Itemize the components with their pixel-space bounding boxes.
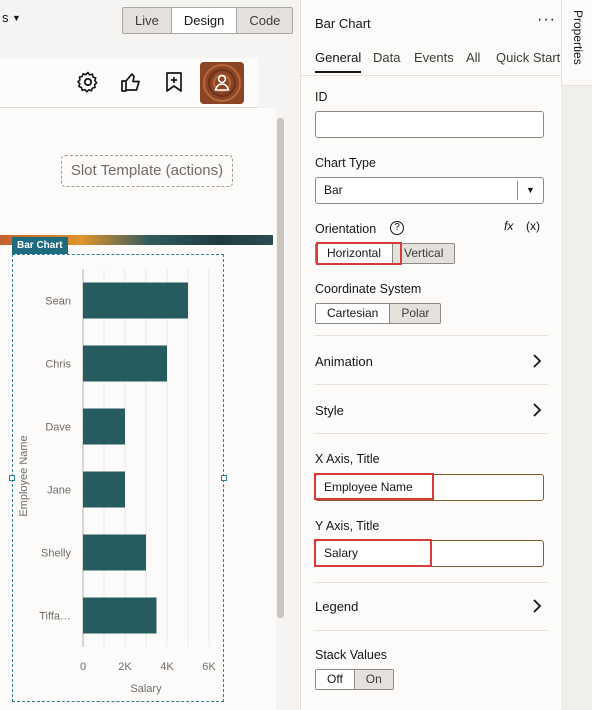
y-axis-title-label: Y Axis, Title — [315, 519, 380, 533]
highlight-box — [316, 242, 402, 265]
x-tick-label: 4K — [160, 661, 174, 673]
properties-side-tab[interactable]: Properties — [561, 0, 592, 86]
chart-bar — [83, 282, 188, 319]
mode-live-button[interactable]: Live — [123, 8, 172, 33]
chart-bar — [83, 471, 125, 508]
designer-area: s ▼ Live Design Code Slot Template (acti… — [0, 0, 300, 710]
more-options-icon[interactable]: ··· — [537, 11, 556, 29]
stack-on-button[interactable]: On — [354, 670, 393, 689]
settings-icon[interactable] — [76, 70, 100, 94]
side-tab-rail — [561, 86, 592, 710]
animation-section[interactable]: Animation — [315, 354, 373, 369]
variable-icon[interactable]: (x) — [526, 219, 540, 233]
highlight-box — [314, 473, 434, 500]
divider — [315, 433, 548, 434]
coordinate-system-toggle: Cartesian Polar — [315, 303, 442, 324]
bookmark-add-icon[interactable] — [162, 70, 186, 94]
canvas-scrollbar-thumb[interactable] — [277, 118, 284, 618]
chart-bar — [83, 408, 125, 445]
panel-title: Bar Chart — [315, 16, 371, 31]
thumbs-up-icon[interactable] — [119, 70, 143, 94]
y-tick-label: Chris — [45, 359, 71, 371]
slot-template-placeholder[interactable]: Slot Template (actions) — [61, 155, 233, 187]
id-label: ID — [315, 90, 328, 104]
y-tick-label: Jane — [47, 485, 71, 497]
component-tag: Bar Chart — [12, 237, 68, 254]
x-tick-label: 6K — [202, 661, 216, 673]
tab-general[interactable]: General — [315, 50, 362, 73]
highlight-box — [314, 539, 432, 567]
chevron-down-icon[interactable]: ▼ — [12, 13, 21, 23]
chart-type-value: Bar — [324, 183, 343, 197]
user-avatar-icon[interactable] — [200, 62, 244, 104]
y-axis-title: Employee Name — [18, 435, 30, 516]
chevron-right-icon[interactable] — [532, 403, 542, 417]
divider — [315, 335, 548, 336]
y-tick-label: Dave — [45, 422, 71, 434]
divider — [315, 630, 548, 631]
chevron-down-icon[interactable]: ▼ — [517, 181, 543, 200]
help-icon[interactable]: ? — [390, 221, 404, 235]
stack-off-button[interactable]: Off — [316, 670, 355, 689]
y-tick-label: Tiffa… — [39, 611, 71, 623]
resize-handle-left[interactable] — [9, 475, 15, 481]
expression-fx-icon[interactable]: fx — [504, 219, 513, 233]
chevron-right-icon[interactable] — [532, 599, 542, 613]
stack-values-toggle: Off On — [315, 669, 394, 690]
y-tick-label: Sean — [45, 296, 71, 308]
style-section[interactable]: Style — [315, 403, 344, 418]
chart-bar — [83, 597, 157, 634]
properties-tabs: General Data Events All Quick Start — [301, 44, 562, 76]
tab-data[interactable]: Data — [373, 50, 400, 65]
chart-type-select[interactable]: Bar ▼ — [315, 177, 544, 204]
properties-side-tab-label: Properties — [571, 10, 585, 65]
tab-events[interactable]: Events — [414, 50, 454, 65]
bar-chart-component[interactable]: Sean Chris Dave Jane Shelly Tiffa… 0 2K 4K 6K Sala… — [12, 254, 224, 702]
mode-design-button[interactable]: Design — [171, 8, 238, 33]
chart-type-label: Chart Type — [315, 156, 376, 170]
chart-bar — [83, 345, 167, 382]
tab-all[interactable]: All — [466, 50, 480, 65]
chevron-right-icon[interactable] — [532, 354, 542, 368]
x-axis-title-label: X Axis, Title — [315, 452, 380, 466]
properties-panel: Bar Chart ··· General Data Events All Qu… — [300, 0, 562, 710]
y-tick-label: Shelly — [41, 548, 71, 560]
app-header-preview — [0, 58, 258, 108]
chart-bar — [83, 534, 146, 571]
legend-section[interactable]: Legend — [315, 599, 358, 614]
tab-quick-start[interactable]: Quick Start — [496, 50, 560, 65]
bar-chart: Sean Chris Dave Jane Shelly Tiffa… 0 2K 4K 6K Sala… — [18, 269, 216, 695]
divider — [315, 582, 548, 583]
x-tick-label: 2K — [118, 661, 132, 673]
page-dropdown-label[interactable]: s — [2, 10, 9, 25]
designer-topbar: s ▼ Live Design Code — [0, 0, 300, 40]
orientation-label: Orientation — [315, 222, 377, 236]
mode-switcher: Live Design Code — [122, 7, 294, 34]
x-axis-title: Salary — [130, 683, 162, 695]
mode-code-button[interactable]: Code — [237, 8, 292, 33]
coord-polar-button[interactable]: Polar — [390, 304, 441, 323]
coord-cartesian-button[interactable]: Cartesian — [316, 304, 391, 323]
resize-handle-right[interactable] — [221, 475, 227, 481]
coordinate-system-label: Coordinate System — [315, 282, 422, 296]
id-input[interactable] — [315, 111, 544, 138]
stack-values-label: Stack Values — [315, 648, 388, 662]
orientation-vertical-button[interactable]: Vertical — [393, 244, 455, 263]
divider — [315, 384, 548, 385]
x-tick-label: 0 — [80, 661, 86, 673]
